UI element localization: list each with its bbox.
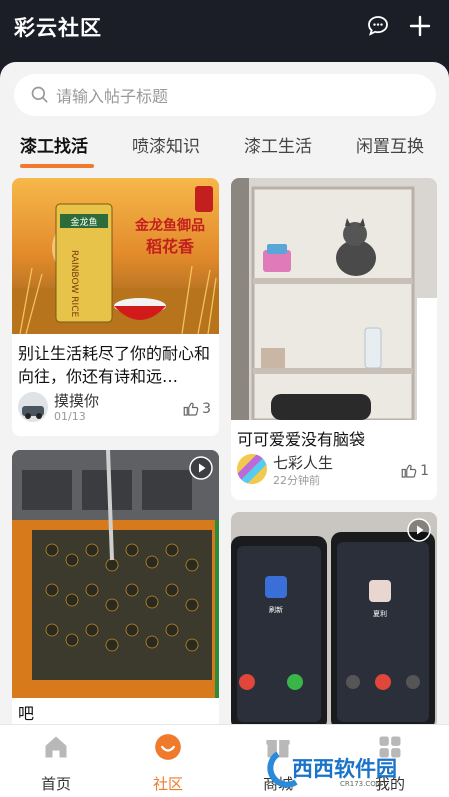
post-title: 吧 <box>18 704 35 723</box>
tab-spray-knowledge[interactable]: 喷漆知识 <box>132 132 200 157</box>
like-count-value: 3 <box>202 401 211 417</box>
phone-right-label: 夏利 <box>373 609 387 618</box>
like-count[interactable]: 3 <box>182 400 211 418</box>
author-name: 七彩人生 <box>273 454 334 472</box>
post-meta: 摸摸你 01/13 3 <box>18 392 211 426</box>
home-icon <box>45 736 67 758</box>
post-meta: 七彩人生 22分钟前 1 <box>237 454 429 488</box>
watermark-subtext: CR173.COM <box>340 780 382 788</box>
ad-subline: 稻花香 <box>146 237 195 256</box>
nav-home[interactable]: 首页 <box>26 733 86 794</box>
phone-left-label: 刷新 <box>269 605 283 614</box>
app-title: 彩云社区 <box>14 16 102 40</box>
tab-idle-exchange[interactable]: 闲置互换 <box>356 132 424 157</box>
rice-bag-badge: 金龙鱼 <box>70 216 97 228</box>
post-card[interactable]: 刷新 夏利 <box>231 512 437 724</box>
post-time: 01/13 <box>54 410 86 423</box>
avatar[interactable] <box>18 392 48 422</box>
ad-headline: 金龙鱼御品 <box>134 217 205 234</box>
post-image <box>12 450 219 698</box>
nav-home-label: 首页 <box>40 775 71 793</box>
search-placeholder: 请输入帖子标题 <box>56 87 169 106</box>
category-tabs: 漆工找活 喷漆知识 漆工生活 闲置互换 <box>0 128 449 168</box>
post-title: 可可爱爱没有脑袋 <box>237 430 366 449</box>
post-card[interactable]: 金龙鱼 RAINBOW RICE 金龙鱼御品 稻花香 别让生活耗尽了你的耐心和向… <box>12 178 219 436</box>
post-image <box>231 178 437 420</box>
like-count-value: 1 <box>420 463 429 479</box>
post-card[interactable]: 可可爱爱没有脑袋 七彩人生 22分钟前 1 <box>231 178 437 500</box>
search-input[interactable]: 请输入帖子标题 <box>14 74 436 116</box>
post-title: 别让生活耗尽了你的耐心和向往，你还有诗和远… <box>18 344 211 386</box>
avatar[interactable] <box>237 454 267 484</box>
community-panel: 请输入帖子标题 漆工找活 喷漆知识 漆工生活 闲置互换 金龙鱼 RAINBOW … <box>0 62 449 724</box>
tab-painter-life[interactable]: 漆工生活 <box>244 132 312 157</box>
post-time: 22分钟前 <box>273 474 320 487</box>
watermark-text: 西西软件园 <box>292 757 397 781</box>
app-header: 彩云社区 <box>0 0 449 70</box>
post-image: 金龙鱼 RAINBOW RICE 金龙鱼御品 稻花香 <box>12 178 219 334</box>
chat-bubble-icon[interactable] <box>364 12 392 40</box>
post-image: 刷新 夏利 <box>231 512 437 724</box>
nav-community-label: 社区 <box>152 775 183 793</box>
thumbs-up-icon <box>183 402 199 416</box>
site-watermark: 西西软件园 CR173.COM <box>267 751 397 788</box>
author-name: 摸摸你 <box>54 392 100 410</box>
video-play-icon[interactable] <box>407 518 431 542</box>
rice-bag-text: RAINBOW RICE <box>69 250 79 317</box>
plus-icon[interactable] <box>406 12 434 40</box>
thumbs-up-icon <box>401 464 417 478</box>
tab-paint-jobs[interactable]: 漆工找活 <box>20 132 88 157</box>
search-icon <box>31 86 48 103</box>
video-play-icon[interactable] <box>189 456 213 480</box>
active-tab-indicator <box>20 164 94 168</box>
post-card[interactable]: 吧 <box>12 450 219 724</box>
like-count[interactable]: 1 <box>400 462 429 480</box>
nav-community[interactable]: 社区 <box>138 733 198 794</box>
community-smile-icon <box>155 734 181 760</box>
